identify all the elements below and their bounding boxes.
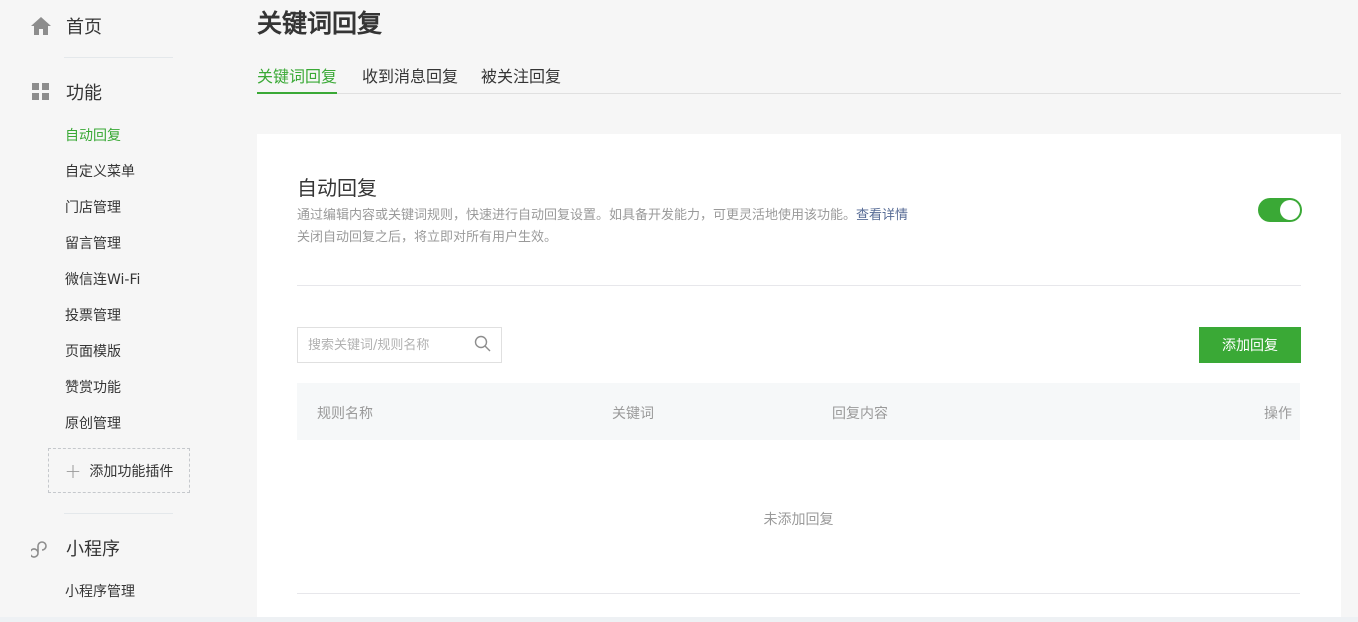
sidebar-home[interactable]: 首页 [30,13,102,39]
sidebar-item-auto-reply[interactable]: 自动回复 [65,125,121,145]
sidebar-item-store[interactable]: 门店管理 [65,197,121,217]
home-icon [30,15,52,37]
column-header-reply-content: 回复内容 [832,406,888,422]
sidebar-item-comments[interactable]: 留言管理 [65,233,121,253]
search-input[interactable] [308,337,468,353]
tab-follow-reply[interactable]: 被关注回复 [481,63,561,94]
section-title: 自动回复 [297,176,377,200]
sidebar-miniprogram-label: 小程序 [66,539,120,560]
footer-divider [0,617,1358,622]
plus-icon: + [64,458,82,483]
add-reply-button[interactable]: 添加回复 [1199,327,1301,363]
detail-link[interactable]: 查看详情 [856,208,908,223]
sidebar-miniprogram-group: 小程序 [30,535,120,561]
tab-bar: 关键词回复 收到消息回复 被关注回复 [257,60,1341,94]
add-plugin-label: 添加功能插件 [89,463,174,480]
page-title: 关键词回复 [257,9,383,38]
grid-icon [30,81,52,103]
sidebar-function-group: 功能 [30,79,102,105]
sidebar-item-page-template[interactable]: 页面模版 [65,341,121,361]
column-header-keyword: 关键词 [612,406,654,422]
toggle-knob [1280,200,1300,220]
app-root: 首页 功能 自动回复 自定义菜单 门店管理 留言管理 微信连Wi-Fi 投票管理… [0,0,1358,622]
auto-reply-card: 自动回复 通过编辑内容或关键词规则，快速进行自动回复设置。如具备开发能力，可更灵… [257,134,1341,622]
sidebar-divider [64,57,173,58]
table-bottom-border [297,593,1300,594]
table-empty-state: 未添加回复 [763,512,834,528]
table-header: 规则名称 关键词 回复内容 操作 [297,383,1300,440]
add-plugin-button[interactable]: + 添加功能插件 [48,448,190,493]
search-box [297,327,502,363]
sidebar: 首页 功能 自动回复 自定义菜单 门店管理 留言管理 微信连Wi-Fi 投票管理… [0,0,220,622]
column-header-actions: 操作 [1264,406,1292,422]
column-header-rule-name: 规则名称 [317,406,373,422]
sidebar-item-vote[interactable]: 投票管理 [65,305,121,325]
sidebar-item-reward[interactable]: 赞赏功能 [65,377,121,397]
section-divider [297,285,1301,286]
section-description-text: 通过编辑内容或关键词规则，快速进行自动回复设置。如具备开发能力，可更灵活地使用该… [297,208,857,223]
sidebar-item-miniprogram-manage[interactable]: 小程序管理 [65,581,135,601]
auto-reply-toggle[interactable] [1258,198,1302,222]
sidebar-divider [64,513,173,514]
search-icon[interactable] [474,335,491,356]
section-description: 通过编辑内容或关键词规则，快速进行自动回复设置。如具备开发能力，可更灵活地使用该… [297,204,908,223]
tab-keyword-reply[interactable]: 关键词回复 [257,63,338,94]
sidebar-home-label: 首页 [66,17,102,38]
link-icon [30,537,52,559]
tab-message-reply[interactable]: 收到消息回复 [362,63,458,94]
section-note: 关闭自动回复之后，将立即对所有用户生效。 [297,230,558,245]
sidebar-item-wifi[interactable]: 微信连Wi-Fi [65,269,140,289]
sidebar-function-label: 功能 [66,83,102,104]
sidebar-item-original[interactable]: 原创管理 [65,413,121,433]
sidebar-item-custom-menu[interactable]: 自定义菜单 [65,161,135,181]
